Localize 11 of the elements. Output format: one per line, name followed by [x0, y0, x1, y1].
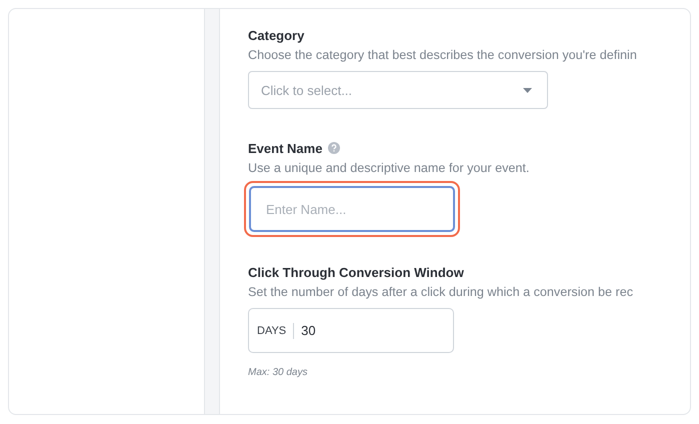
field-label: Event Name — [248, 140, 322, 156]
field-label: Category — [248, 28, 304, 42]
caret-icon — [523, 88, 532, 92]
field-description: Use a unique and descriptive name for your event. — [248, 161, 530, 177]
input-field[interactable]: Enter Name... — [249, 186, 455, 232]
field-description: Choose the category that best describes the conversion you're definin — [248, 48, 638, 64]
field-description: Set the number of days after a click during which a conversion be rec — [248, 285, 634, 301]
unit-label: DAYS — [257, 322, 294, 338]
field-label: Click Through Conversion Window — [248, 264, 464, 280]
field-note: Max: 30 days — [248, 367, 308, 378]
input-field[interactable]: DAYS 30 — [248, 308, 454, 353]
